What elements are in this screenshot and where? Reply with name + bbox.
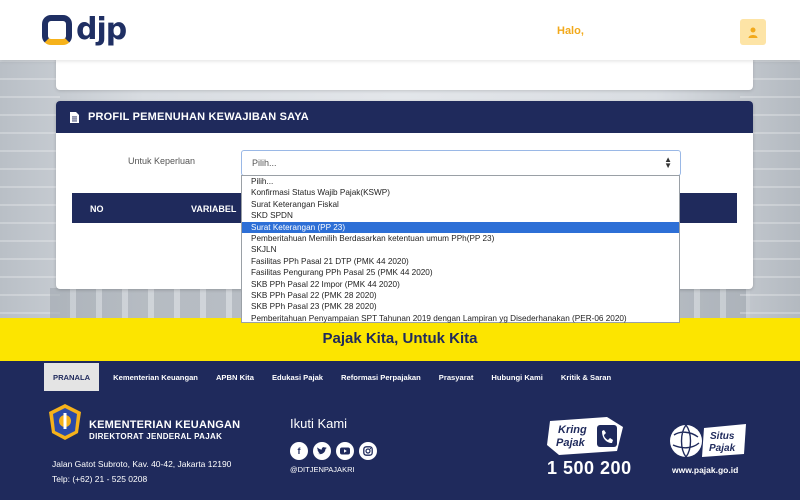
djp-logo[interactable]: djp (42, 12, 127, 47)
situs-pajak-word: Pajak (709, 443, 736, 454)
nav-edukasi-pajak[interactable]: Edukasi Pajak (272, 373, 323, 382)
pajak-word: Pajak (556, 437, 586, 449)
nav-kritik-saran[interactable]: Kritik & Saran (561, 373, 611, 382)
purpose-select[interactable]: Pilih... ▲ ▼ (241, 150, 681, 176)
card-title: PROFIL PEMENUHAN KEWAJIBAN SAYA (88, 111, 309, 123)
top-header: djp Halo, (0, 0, 800, 60)
nav-reformasi-perpajakan[interactable]: Reformasi Perpajakan (341, 373, 421, 382)
col-variabel: VARIABEL (191, 204, 237, 214)
dropdown-option[interactable]: SKJLN (242, 244, 679, 255)
user-menu-button[interactable] (740, 19, 766, 45)
purpose-dropdown-list[interactable]: Pilih... Konfirmasi Status Wajib Pajak(K… (241, 175, 680, 323)
address-street: Jalan Gatot Subroto, Kav. 40-42, Jakarta… (52, 459, 232, 469)
social-handle: @DITJENPAJAKRI (290, 465, 355, 474)
situs-url[interactable]: www.pajak.go.id (672, 465, 738, 475)
social-links: f (290, 442, 382, 460)
dropdown-option[interactable]: SKB PPh Pasal 23 (PMK 28 2020) (242, 301, 679, 312)
col-no: NO (90, 204, 104, 214)
globe-icon (670, 425, 702, 457)
kring-number: 1 500 200 (547, 458, 632, 478)
youtube-icon[interactable] (336, 442, 354, 460)
follow-title: Ikuti Kami (290, 416, 348, 431)
dropdown-option-highlighted[interactable]: Surat Keterangan (PP 23) (242, 221, 679, 233)
footer: PRANALA Kementerian Keuangan APBN Kita E… (0, 361, 800, 500)
nav-kementerian-keuangan[interactable]: Kementerian Keuangan (113, 373, 198, 382)
ministry-name: KEMENTERIAN KEUANGAN (89, 419, 241, 431)
instagram-icon[interactable] (359, 442, 377, 460)
card-header: PROFIL PEMENUHAN KEWAJIBAN SAYA (56, 101, 753, 133)
purpose-row: Untuk Keperluan Pilih... ▲ ▼ (56, 150, 753, 176)
user-icon (748, 27, 758, 38)
dropdown-option[interactable]: Pemberitahuan Memilih Berdasarkan ketent… (242, 233, 679, 244)
situs-word: Situs (710, 431, 735, 442)
greeting-text: Halo, (557, 25, 584, 37)
kring-word: Kring (558, 424, 587, 436)
nav-hubungi-kami[interactable]: Hubungi Kami (491, 373, 542, 382)
dropdown-option[interactable]: SKD SPDN (242, 210, 679, 221)
select-caret-icon: ▲ ▼ (664, 155, 672, 170)
dropdown-option[interactable]: Surat Keterangan Fiskal (242, 199, 679, 210)
address: Jalan Gatot Subroto, Kav. 40-42, Jakarta… (52, 457, 231, 487)
dropdown-option[interactable]: Fasilitas PPh Pasal 21 DTP (PMK 44 2020) (242, 256, 679, 267)
nav-pranala[interactable]: PRANALA (44, 363, 100, 391)
footer-nav: PRANALA Kementerian Keuangan APBN Kita E… (44, 362, 629, 392)
dropdown-option[interactable]: Pemberitahuan Penyampaian SPT Tahunan 20… (242, 313, 679, 324)
address-phone: Telp: (+62) 21 - 525 0208 (52, 474, 148, 484)
dropdown-option[interactable]: Pilih... (242, 176, 679, 187)
phone-icon (597, 425, 617, 447)
dropdown-option[interactable]: Fasilitas Pengurang PPh Pasal 25 (PMK 44… (242, 267, 679, 278)
purpose-select-value: Pilih... (252, 158, 277, 168)
slogan-banner: Pajak Kita, Untuk Kita (0, 318, 800, 361)
ministry-text: KEMENTERIAN KEUANGAN DIREKTORAT JENDERAL… (89, 403, 240, 441)
dropdown-option[interactable]: Konfirmasi Status Wajib Pajak(KSWP) (242, 187, 679, 198)
directorate-name: DIREKTORAT JENDERAL PAJAK (89, 432, 223, 441)
dropdown-option[interactable]: SKB PPh Pasal 22 (PMK 28 2020) (242, 290, 679, 301)
dropdown-option[interactable]: SKB PPh Pasal 22 Impor (PMK 44 2020) (242, 279, 679, 290)
document-icon (70, 111, 79, 123)
situs-pajak-logo[interactable]: Situs Pajak (668, 421, 748, 461)
slogan-text: Pajak Kita, Untuk Kita (322, 330, 478, 347)
twitter-icon[interactable] (313, 442, 331, 460)
nav-prasyarat[interactable]: Prasyarat (439, 373, 474, 382)
kring-pajak-logo[interactable]: Kring Pajak (547, 417, 627, 455)
purpose-label: Untuk Keperluan (128, 156, 196, 166)
facebook-icon[interactable]: f (290, 442, 308, 460)
ministry-emblem (49, 404, 81, 440)
ministry-block[interactable]: KEMENTERIAN KEUANGAN DIREKTORAT JENDERAL… (46, 403, 240, 441)
nav-apbn-kita[interactable]: APBN Kita (216, 373, 254, 382)
djp-logo-mark-icon (42, 15, 72, 45)
djp-logo-text: djp (76, 12, 127, 47)
